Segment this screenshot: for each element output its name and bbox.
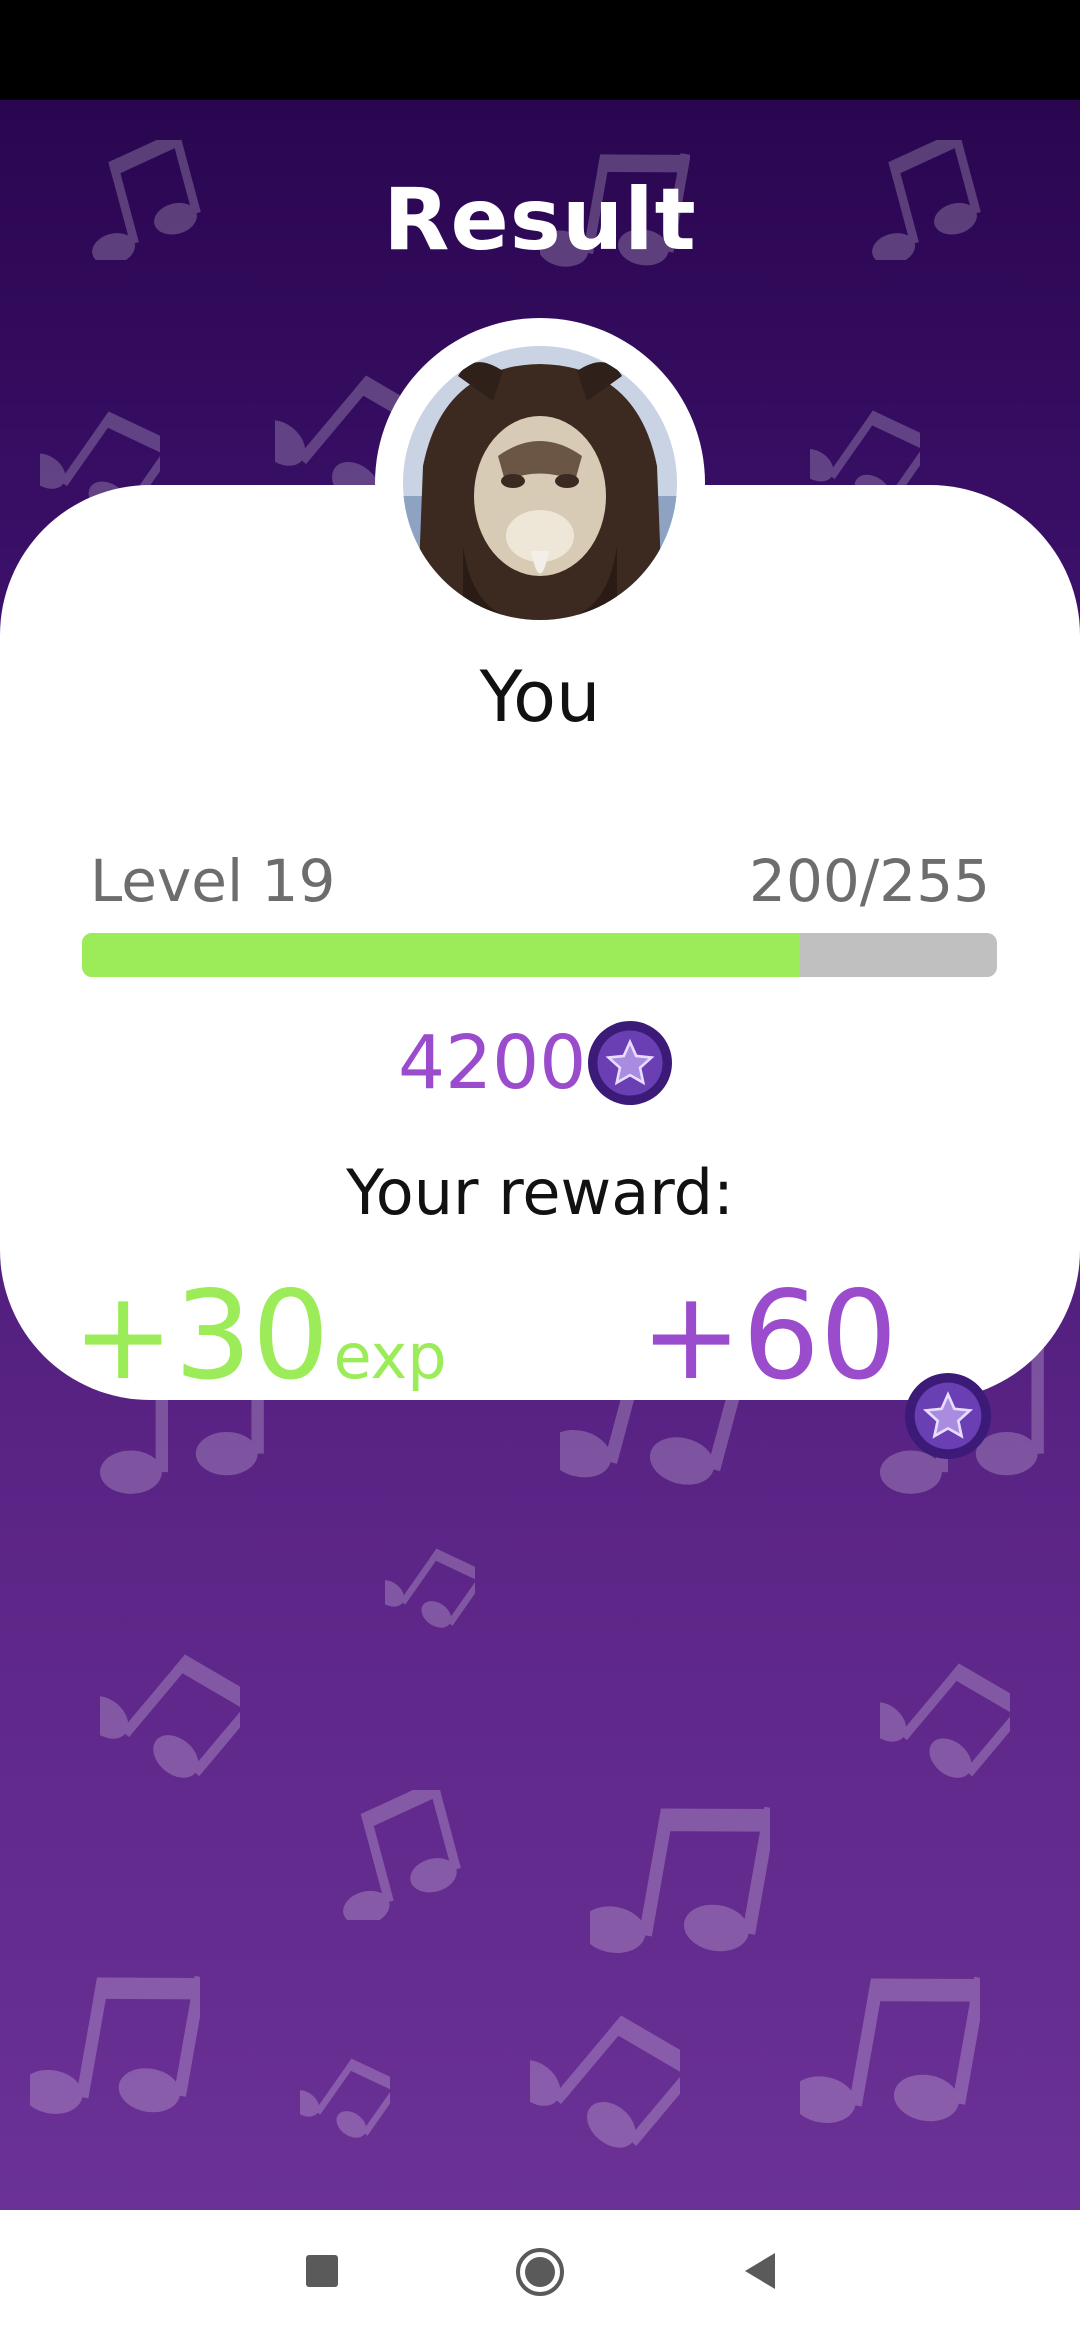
reward-label: Your reward:: [346, 1156, 734, 1229]
triangle-back-icon[interactable]: [735, 2243, 791, 2299]
player-avatar: [403, 346, 677, 620]
player-name: You: [479, 656, 601, 738]
exp-reward-value: +30: [72, 1265, 330, 1407]
music-note-icon: [590, 1790, 770, 1970]
music-note-icon: [300, 2050, 390, 2140]
coin-reward-value: +60: [640, 1265, 898, 1407]
music-note-icon: [800, 1960, 980, 2140]
status-bar: [0, 0, 1080, 100]
music-note-icon: [385, 1540, 475, 1630]
music-note-icon: [100, 1640, 240, 1780]
level-progress-text: 200/255: [749, 847, 990, 915]
level-progress-bar: [82, 933, 997, 977]
page-title: Result: [383, 170, 697, 270]
navigation-bar: [0, 2210, 1080, 2340]
exp-reward: +30 exp: [72, 1265, 447, 1407]
square-icon[interactable]: [294, 2243, 350, 2299]
exp-reward-unit: exp: [333, 1320, 447, 1393]
coin-total: 4200: [398, 1020, 587, 1106]
level-label: Level 19: [90, 847, 336, 915]
result-screen: Result You Level 19 200/255 4200 Your re…: [0, 100, 1080, 2210]
music-note-icon: [880, 1650, 1010, 1780]
music-note-icon: [320, 1790, 469, 1920]
music-note-icon: [30, 1960, 200, 2130]
star-coin-icon: [905, 1373, 991, 1459]
coin-balance: 4200: [398, 1013, 673, 1113]
circle-icon[interactable]: [511, 2243, 569, 2301]
level-progress-fill: [82, 933, 800, 977]
music-note-icon: [530, 2000, 680, 2150]
star-coin-icon: [588, 1021, 673, 1105]
